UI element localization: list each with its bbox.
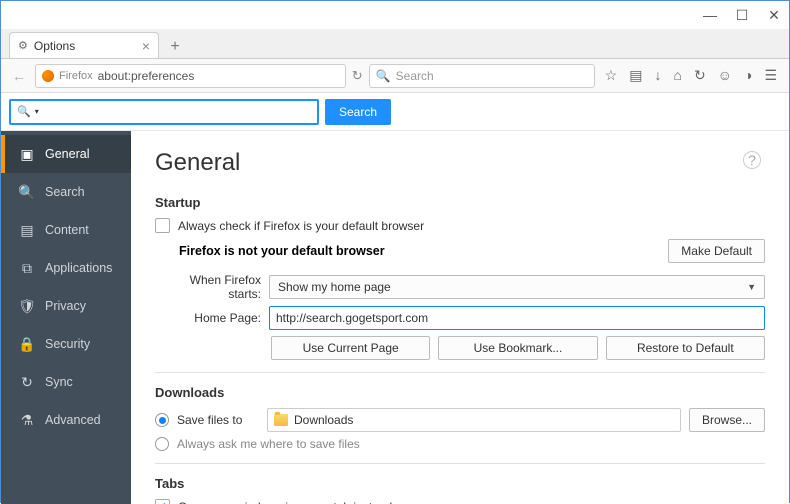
always-check-checkbox[interactable]: [155, 218, 170, 233]
content-icon: ▤: [19, 222, 35, 238]
sidebar-label: Privacy: [45, 299, 86, 313]
address-text: about:preferences: [98, 69, 195, 83]
reload-icon[interactable]: ↻: [352, 68, 363, 84]
chevron-down-icon: ▼: [747, 282, 756, 292]
separator: [155, 463, 765, 464]
home-page-input[interactable]: http://search.gogetsport.com: [269, 306, 765, 330]
sidebar-label: Content: [45, 223, 89, 237]
downloads-folder-name: Downloads: [294, 413, 353, 427]
always-check-label: Always check if Firefox is your default …: [178, 219, 424, 233]
make-default-button[interactable]: Make Default: [668, 239, 765, 263]
general-icon: ▣: [19, 146, 35, 162]
save-to-radio[interactable]: [155, 413, 169, 427]
toolbar-icons: ☆ ▤ ↓ ⌂ ↻ ☺ ◑ ☰: [599, 67, 783, 84]
minimize-button[interactable]: —: [703, 8, 717, 22]
use-current-page-button[interactable]: Use Current Page: [271, 336, 430, 360]
close-window-button[interactable]: ✕: [767, 8, 781, 22]
firefox-icon: [42, 70, 54, 82]
browser-tab-bar: ⚙ Options × +: [1, 29, 789, 59]
open-new-tab-checkbox[interactable]: ✓: [155, 499, 170, 504]
search-icon: 🔍: [376, 69, 391, 83]
privacy-icon: 🛡: [19, 298, 35, 314]
when-starts-select[interactable]: Show my home page ▼: [269, 275, 765, 299]
sidebar-label: Sync: [45, 375, 73, 389]
use-bookmark-button[interactable]: Use Bookmark...: [438, 336, 597, 360]
save-to-label: Save files to: [177, 413, 259, 427]
window-titlebar: — ☐ ✕: [1, 1, 789, 29]
home-page-label: Home Page:: [155, 311, 261, 325]
always-ask-radio[interactable]: [155, 437, 169, 451]
folder-icon: [274, 414, 288, 426]
not-default-text: Firefox is not your default browser: [179, 244, 660, 258]
startup-heading: Startup: [155, 195, 765, 210]
tab-options[interactable]: ⚙ Options ×: [9, 32, 159, 58]
sidebar-item-content[interactable]: ▤ Content: [1, 211, 131, 249]
search-box[interactable]: 🔍 Search: [369, 64, 595, 88]
applications-icon: ⧉: [19, 260, 35, 276]
sidebar-item-applications[interactable]: ⧉ Applications: [1, 249, 131, 287]
when-starts-value: Show my home page: [278, 280, 391, 294]
separator: [155, 372, 765, 373]
search-placeholder: Search: [396, 69, 434, 83]
back-button[interactable]: ←: [7, 64, 31, 88]
sidebar-item-search[interactable]: 🔍 Search: [1, 173, 131, 211]
help-icon[interactable]: ?: [743, 151, 761, 169]
sidebar-label: Applications: [45, 261, 112, 275]
navigation-toolbar: ← Firefox about:preferences ↻ 🔍 Search ☆…: [1, 59, 789, 93]
addon-search-bar: 🔍 ▾ Search: [1, 93, 789, 131]
page-title: General: [155, 149, 765, 177]
search-icon: 🔍: [17, 105, 31, 118]
security-icon: 🔒: [19, 336, 35, 352]
dropdown-icon[interactable]: ▾: [35, 107, 39, 116]
home-page-value: http://search.gogetsport.com: [276, 311, 428, 325]
address-bar[interactable]: Firefox about:preferences: [35, 64, 346, 88]
sidebar-label: Advanced: [45, 413, 101, 427]
sidebar-item-sync[interactable]: ↻ Sync: [1, 363, 131, 401]
downloads-heading: Downloads: [155, 385, 765, 400]
always-ask-label: Always ask me where to save files: [177, 437, 360, 451]
search-icon: 🔍: [19, 184, 35, 200]
tab-title: Options: [34, 39, 75, 53]
downloads-folder-display: Downloads: [267, 408, 681, 432]
sidebar-item-security[interactable]: 🔒 Security: [1, 325, 131, 363]
shield-icon[interactable]: ◑: [744, 67, 752, 84]
gear-icon: ⚙: [18, 39, 28, 52]
restore-default-button[interactable]: Restore to Default: [606, 336, 765, 360]
open-new-tab-label: Open new windows in a new tab instead: [178, 500, 392, 504]
main-area: ▣ General 🔍 Search ▤ Content ⧉ Applicati…: [1, 131, 789, 504]
sync-icon: ↻: [19, 374, 35, 390]
sync-icon[interactable]: ↻: [694, 67, 706, 84]
sidebar-item-advanced[interactable]: ⚗ Advanced: [1, 401, 131, 439]
menu-icon[interactable]: ☰: [764, 67, 777, 84]
sidebar-label: Security: [45, 337, 90, 351]
sidebar-label: General: [45, 147, 89, 161]
sidebar-item-general[interactable]: ▣ General: [1, 135, 131, 173]
sidebar-item-privacy[interactable]: 🛡 Privacy: [1, 287, 131, 325]
advanced-icon: ⚗: [19, 412, 35, 428]
tabs-heading: Tabs: [155, 476, 765, 491]
address-brand: Firefox: [59, 70, 93, 82]
sidebar-label: Search: [45, 185, 85, 199]
close-tab-icon[interactable]: ×: [142, 38, 150, 54]
when-starts-label: When Firefox starts:: [155, 273, 261, 301]
pocket-icon[interactable]: ☺: [718, 67, 732, 84]
addon-search-input[interactable]: 🔍 ▾: [9, 99, 319, 125]
bookmark-icon[interactable]: ☆: [605, 67, 618, 84]
maximize-button[interactable]: ☐: [735, 8, 749, 22]
home-icon[interactable]: ⌂: [673, 67, 681, 84]
search-button[interactable]: Search: [325, 99, 391, 125]
new-tab-button[interactable]: +: [163, 36, 187, 58]
clipboard-icon[interactable]: ▤: [629, 67, 642, 84]
downloads-icon[interactable]: ↓: [654, 67, 661, 84]
preferences-content: General ? Startup Always check if Firefo…: [131, 131, 789, 504]
browse-button[interactable]: Browse...: [689, 408, 765, 432]
preferences-sidebar: ▣ General 🔍 Search ▤ Content ⧉ Applicati…: [1, 131, 131, 504]
